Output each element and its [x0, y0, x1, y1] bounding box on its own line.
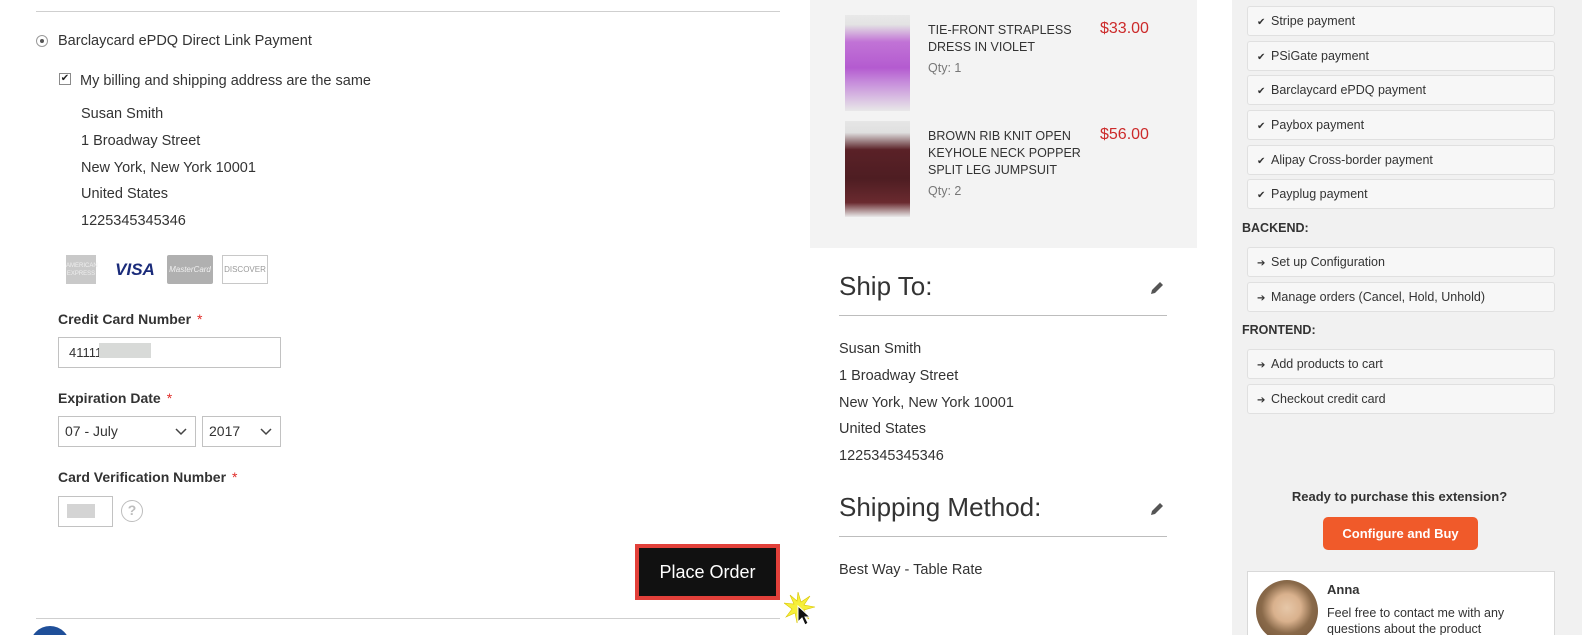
expiration-label-text: Expiration Date	[58, 390, 161, 406]
product-name: BROWN RIB KNIT OPEN KEYHOLE NECK POPPER …	[928, 129, 1081, 177]
ready-to-purchase-text: Ready to purchase this extension?	[1291, 489, 1508, 504]
arrow-right-icon: ➔	[1257, 360, 1266, 371]
sidebar-item-psigate[interactable]: ✔ PSiGate payment	[1247, 41, 1555, 71]
discover-card-icon: DISCOVER	[222, 255, 268, 284]
ship-to-phone: 1225345345346	[839, 448, 944, 464]
sidebar-item-label: Checkout credit card	[1271, 392, 1386, 406]
help-icon[interactable]: ?	[121, 500, 143, 522]
visa-card-icon: VISA	[115, 260, 155, 279]
product-qty: Qty: 2	[928, 184, 962, 198]
arrow-right-icon: ➔	[1257, 395, 1266, 406]
ship-to-name: Susan Smith	[839, 341, 922, 357]
exp-month-select[interactable]: 07 - July	[58, 416, 196, 447]
cc-number-masked-digits	[99, 343, 151, 358]
sidebar-item-setup-config[interactable]: ➔ Set up Configuration	[1247, 247, 1555, 277]
same-address-checkbox[interactable]: ✔	[59, 73, 71, 85]
chevron-down-icon	[175, 417, 187, 458]
sidebar-item-label: Manage orders (Cancel, Hold, Unhold)	[1271, 290, 1485, 304]
edit-ship-to-pencil-icon[interactable]	[1149, 280, 1165, 300]
arrow-right-icon: ➔	[1257, 293, 1266, 304]
ship-to-title: Ship To:	[839, 271, 933, 301]
check-icon: ✔	[1257, 190, 1266, 201]
sidebar-item-stripe[interactable]: ✔ Stripe payment	[1247, 6, 1555, 36]
ship-to-divider	[839, 315, 1167, 316]
sidebar-item-alipay[interactable]: ✔ Alipay Cross-border payment	[1247, 145, 1555, 175]
product-image-dress[interactable]	[845, 15, 910, 111]
sidebar-item-label: Paybox payment	[1271, 118, 1365, 132]
cc-number-label-text: Credit Card Number	[58, 311, 192, 327]
billing-city: New York, New York 10001	[81, 160, 256, 176]
product-name: TIE-FRONT STRAPLESS DRESS IN VIOLET	[928, 23, 1072, 54]
sidebar-item-payplug[interactable]: ✔ Payplug payment	[1247, 179, 1555, 209]
chevron-down-icon	[260, 417, 272, 458]
amex-card-icon: AMERICAN EXPRESS	[66, 255, 98, 284]
expiration-label: Expiration Date *	[58, 390, 172, 406]
product-qty: Qty: 1	[928, 61, 962, 75]
arrow-right-icon: ➔	[1257, 258, 1266, 269]
check-icon: ✔	[1257, 156, 1266, 167]
sidebar-item-manage-orders[interactable]: ➔ Manage orders (Cancel, Hold, Unhold)	[1247, 282, 1555, 312]
sidebar-item-label: Barclaycard ePDQ payment	[1271, 83, 1426, 97]
required-marker: *	[166, 390, 173, 406]
click-cursor-icon	[784, 592, 816, 626]
billing-street: 1 Broadway Street	[81, 133, 201, 149]
check-icon: ✔	[1257, 86, 1266, 97]
check-icon: ✔	[1257, 121, 1266, 132]
sidebar-item-add-to-cart[interactable]: ➔ Add products to cart	[1247, 349, 1555, 379]
sidebar-item-barclaycard[interactable]: ✔ Barclaycard ePDQ payment	[1247, 75, 1555, 105]
contact-name: Anna	[1327, 582, 1360, 597]
edit-shipping-method-pencil-icon[interactable]	[1149, 501, 1165, 521]
exp-month-value: 07 - July	[65, 423, 118, 439]
billing-name: Susan Smith	[81, 106, 164, 122]
sidebar-item-label: Set up Configuration	[1271, 255, 1385, 269]
billing-phone: 1225345345346	[81, 213, 186, 229]
sidebar-item-label: PSiGate payment	[1271, 49, 1369, 63]
cc-number-input[interactable]	[58, 337, 281, 368]
billing-country: United States	[81, 186, 169, 202]
configure-and-buy-button[interactable]: Configure and Buy	[1323, 517, 1478, 550]
product-price: $33.00	[1100, 20, 1149, 37]
contact-message: Feel free to contact me with any questio…	[1327, 606, 1505, 635]
cvv-masked-digits	[67, 504, 95, 518]
frontend-heading: FRONTEND:	[1242, 323, 1316, 337]
sidebar-item-paybox[interactable]: ✔ Paybox payment	[1247, 110, 1555, 140]
ship-to-city: New York, New York 10001	[839, 395, 1014, 411]
sidebar-item-label: Alipay Cross-border payment	[1271, 153, 1433, 167]
cc-number-label: Credit Card Number *	[58, 311, 202, 327]
partial-avatar-icon	[30, 626, 70, 635]
required-marker: *	[197, 311, 203, 327]
sidebar-item-label: Payplug payment	[1271, 187, 1368, 201]
sidebar-item-label: Add products to cart	[1271, 357, 1383, 371]
mastercard-card-icon: MasterCard	[167, 255, 213, 284]
exp-year-select[interactable]: 2017	[202, 416, 281, 447]
bottom-divider	[36, 618, 780, 619]
sidebar-item-label: Stripe payment	[1271, 14, 1356, 28]
same-address-label[interactable]: My billing and shipping address are the …	[80, 73, 371, 89]
exp-year-value: 2017	[209, 423, 241, 439]
payment-method-title[interactable]: Barclaycard ePDQ Direct Link Payment	[58, 33, 312, 49]
payment-method-radio[interactable]	[36, 35, 48, 47]
required-marker: *	[232, 469, 238, 485]
shipping-method-divider	[839, 536, 1167, 537]
backend-heading: BACKEND:	[1242, 221, 1309, 235]
cvv-label-text: Card Verification Number	[58, 469, 227, 485]
top-divider	[36, 11, 780, 12]
sidebar-item-checkout-cc[interactable]: ➔ Checkout credit card	[1247, 384, 1555, 414]
shipping-method-title: Shipping Method:	[839, 492, 1042, 522]
avatar	[1256, 580, 1318, 635]
shipping-method-value: Best Way - Table Rate	[839, 562, 983, 578]
product-image-jumpsuit[interactable]	[845, 121, 910, 217]
product-price: $56.00	[1100, 126, 1149, 143]
ship-to-country: United States	[839, 421, 927, 437]
check-icon: ✔	[1257, 17, 1266, 28]
check-icon: ✔	[1257, 52, 1266, 63]
ship-to-street: 1 Broadway Street	[839, 368, 959, 384]
cvv-label: Card Verification Number *	[58, 469, 238, 485]
place-order-button[interactable]: Place Order	[640, 549, 775, 595]
